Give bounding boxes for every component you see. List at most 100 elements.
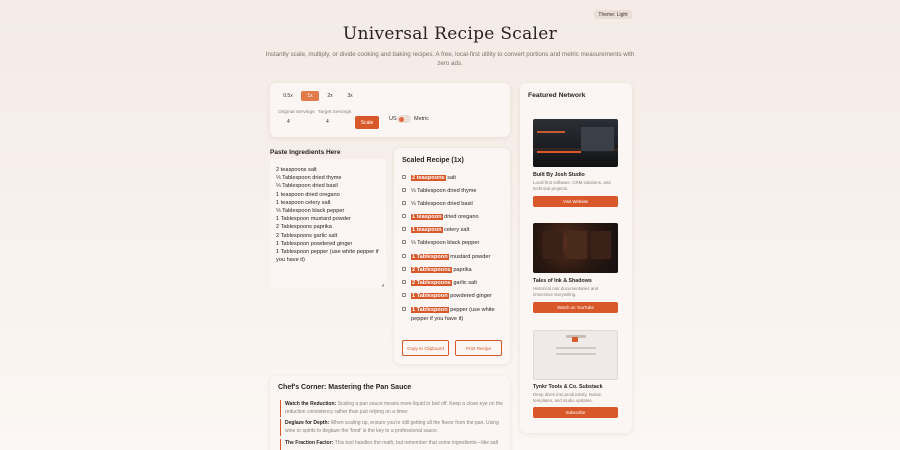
ingredient-checkbox[interactable] (402, 175, 406, 179)
ingredient-name: powdered ginger (450, 293, 492, 299)
target-servings-label: Target Servings (318, 110, 352, 115)
tip-title: Watch the Reduction: (285, 401, 337, 407)
ink-shadows-thumbnail (533, 223, 618, 273)
ingredient-checkbox[interactable] (402, 267, 406, 271)
ingredient-text: 1 Tablespoon pepper (use white pepper if… (411, 306, 504, 323)
ingredient-text: 2 Tablespoons garlic salt (411, 279, 504, 288)
page-subtitle: Instantly scale, multiply, or divide coo… (265, 51, 635, 67)
tynkr-tools-thumbnail (533, 330, 618, 380)
network-item-title: Built By Josh Studio (533, 172, 585, 178)
ingredient-checkbox[interactable] (402, 280, 406, 284)
subscribe-button[interactable]: Subscribe (533, 407, 618, 418)
tip-title: Deglaze for Depth: (285, 420, 330, 426)
ingredient-name: dried thyme (447, 188, 477, 194)
tip-item: Watch the Reduction: Scaling a pan sauce… (280, 400, 505, 417)
paste-line: ⅓ Tablespoon dried basil (276, 183, 338, 190)
paste-heading: Paste Ingredients Here (270, 149, 341, 156)
original-servings-input[interactable]: 4 (287, 119, 290, 125)
ingredient-text: ⅓ Tablespoon black pepper (411, 239, 504, 248)
ingredient-quantity: 1 Tablespoon (411, 307, 449, 313)
ingredient-quantity: 1 teaspoon (411, 227, 443, 233)
ingredient-checkbox[interactable] (402, 307, 406, 311)
page-title: Universal Recipe Scaler (342, 24, 558, 44)
ingredient-checkbox[interactable] (402, 240, 406, 244)
scaled-ingredient-row: 2 Tablespoons paprika (402, 266, 504, 275)
chefs-corner-heading: Chef's Corner: Mastering the Pan Sauce (278, 384, 412, 391)
ingredient-name: black pepper (447, 240, 480, 246)
ingredient-checkbox[interactable] (402, 254, 406, 258)
ingredient-quantity: ⅓ Tablespoon (411, 240, 446, 246)
scaled-ingredient-row: 2 teaspoons salt (402, 174, 504, 183)
unit-metric-label: Metric (414, 116, 429, 122)
ingredient-text: ⅓ Tablespoon dried thyme (411, 187, 504, 196)
ingredient-quantity: 2 Tablespoons (411, 280, 452, 286)
ingredient-checkbox[interactable] (402, 188, 406, 192)
copy-to-clipboard-button[interactable]: Copy to Clipboard (402, 340, 449, 356)
scaled-ingredient-row: ⅓ Tablespoon dried basil (402, 200, 504, 209)
ingredient-name: celery salt (444, 227, 470, 233)
ingredient-quantity: 1 teaspoon (411, 214, 443, 220)
ingredient-quantity: 2 teaspoons (411, 175, 446, 181)
unit-us-label: US (389, 116, 397, 122)
target-servings-input[interactable]: 4 (326, 119, 329, 125)
josh-studio-thumbnail (533, 119, 618, 167)
ingredient-checkbox[interactable] (402, 293, 406, 297)
ingredient-quantity: ⅓ Tablespoon (411, 188, 446, 194)
multiplier-1x-button[interactable]: 1x (301, 91, 319, 101)
paste-line: 1 teaspoon celery salt (276, 199, 331, 206)
paste-line: 2 Tablespoons paprika (276, 224, 332, 231)
ingredient-name: paprika (453, 267, 472, 273)
scaled-ingredient-row: 1 Tablespoon pepper (use white pepper if… (402, 306, 504, 323)
ingredient-checkbox[interactable] (402, 214, 406, 218)
print-recipe-button[interactable]: Print Recipe (455, 340, 502, 356)
visit-website-button[interactable]: Visit Website (533, 196, 618, 207)
tip-item: Deglaze for Depth: When scaling up, ensu… (280, 419, 505, 436)
paste-line: 2 teaspoons salt (276, 167, 317, 173)
ingredient-name: dried basil (447, 201, 473, 207)
thumbnail-logo (572, 337, 578, 342)
thumbnail-line (556, 347, 596, 349)
ingredient-checkbox[interactable] (402, 201, 406, 205)
paste-line: ⅓ Tablespoon dried thyme (276, 175, 342, 182)
ingredients-text: 2 teaspoons salt ⅓ Tablespoon dried thym… (276, 166, 384, 264)
watch-on-youtube-button[interactable]: Watch on YouTube (533, 302, 618, 313)
paste-line: 1 Tablespoon mustard powder (276, 216, 351, 223)
paste-line: 1 teaspoon dried oregano (276, 191, 340, 198)
scaled-heading: Scaled Recipe (1x) (402, 157, 464, 164)
resize-handle-icon[interactable]: ◢ (381, 282, 384, 287)
thumbnail-line (556, 353, 596, 355)
network-item-title: Tales of Ink & Shadows (533, 278, 592, 284)
scale-button[interactable]: Scale (355, 116, 379, 129)
scaled-ingredient-row: 1 teaspoon celery salt (402, 226, 504, 235)
thumbnail-panel (581, 127, 614, 151)
toggle-knob (399, 116, 404, 122)
theme-toggle-button[interactable]: Theme: Light (594, 10, 632, 19)
ingredient-quantity: ⅓ Tablespoon (411, 201, 446, 207)
network-item-title: Tynkr Tools & Co. Substack (533, 384, 603, 390)
featured-network-heading: Featured Network (528, 92, 586, 99)
scaled-ingredient-row: 2 Tablespoons garlic salt (402, 279, 504, 288)
ingredient-name: mustard powder (450, 254, 491, 260)
network-item-desc: Local-first software, CRM solutions, and… (533, 180, 611, 191)
ingredient-text: 1 Tablespoon mustard powder (411, 253, 504, 262)
multiplier-0-5x-button[interactable]: 0.5x (278, 91, 298, 101)
multiplier-2x-button[interactable]: 2x (322, 91, 338, 101)
thumbnail-bar (537, 131, 565, 133)
unit-toggle[interactable] (397, 115, 411, 123)
scaled-ingredient-row: 1 teaspoon dried oregano (402, 213, 504, 222)
ingredient-text: 2 teaspoons salt (411, 174, 504, 183)
multiplier-3x-button[interactable]: 3x (342, 91, 358, 101)
ingredient-checkbox[interactable] (402, 227, 406, 231)
tip-item: The Fraction Factor: This tool handles t… (280, 439, 505, 450)
network-item-desc: Historical noir documentaries and immers… (533, 286, 599, 297)
ingredient-text: 1 Tablespoon powdered ginger (411, 292, 504, 301)
ingredient-text: 1 teaspoon celery salt (411, 226, 504, 235)
scaled-ingredient-row: ⅓ Tablespoon dried thyme (402, 187, 504, 196)
network-item-desc: Deep dives into productivity, Notion tem… (533, 392, 602, 403)
paste-line: ⅓ Tablespoon black pepper (276, 208, 345, 215)
ingredient-name: garlic salt (453, 280, 477, 286)
thumbnail-tile (543, 231, 563, 259)
scaled-ingredient-row: 1 Tablespoon mustard powder (402, 253, 504, 262)
ingredient-quantity: 2 Tablespoons (411, 267, 452, 273)
tip-title: The Fraction Factor: (285, 440, 334, 446)
